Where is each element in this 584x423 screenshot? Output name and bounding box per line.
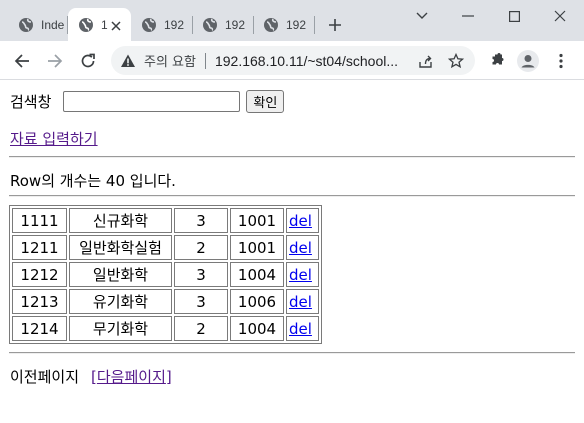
data-table: 1111 신규화학 3 1001 del 1211 일반화학실험 2 1001 …	[9, 205, 322, 344]
cell-code: 1004	[230, 316, 284, 341]
globe-icon	[264, 17, 278, 32]
table-row: 1211 일반화학실험 2 1001 del	[12, 235, 319, 260]
cell-code: 1004	[230, 262, 284, 287]
tab-index[interactable]: Inde	[8, 8, 66, 41]
cell-name: 신규화학	[69, 208, 172, 233]
cell-credit: 3	[174, 262, 228, 287]
cell-credit: 2	[174, 316, 228, 341]
warning-icon	[121, 54, 135, 67]
cell-credit: 3	[174, 208, 228, 233]
delete-link[interactable]: del	[289, 266, 312, 284]
cell-code: 1006	[230, 289, 284, 314]
tab-item[interactable]: 192	[192, 8, 252, 41]
close-window-icon[interactable]	[537, 0, 583, 32]
profile-avatar-icon[interactable]	[516, 49, 540, 73]
tab-title: 192	[286, 17, 307, 32]
new-tab-icon[interactable]	[326, 16, 344, 34]
cell-name: 무기화학	[69, 316, 172, 341]
cell-delete: del	[286, 316, 319, 341]
cell-delete: del	[286, 289, 319, 314]
cell-id: 1212	[12, 262, 67, 287]
cell-name: 일반화학실험	[69, 235, 172, 260]
row-count-text: Row의 개수는 40 입니다.	[10, 172, 176, 190]
prev-page-text: 이전페이지	[10, 368, 80, 386]
cell-credit: 2	[174, 235, 228, 260]
table-row: 1213 유기화학 3 1006 del	[12, 289, 319, 314]
tab-strip: Inde 1 192 192 192	[0, 0, 584, 41]
tab-title: 192	[225, 17, 246, 32]
globe-icon	[142, 17, 156, 32]
reload-icon[interactable]	[76, 49, 100, 73]
cell-delete: del	[286, 235, 319, 260]
globe-icon	[79, 17, 93, 32]
back-icon[interactable]	[10, 49, 34, 73]
tab-title: 192	[164, 17, 185, 32]
url-text[interactable]: 192.168.10.11/~st04/school...	[215, 53, 398, 69]
forward-icon[interactable]	[43, 49, 67, 73]
search-submit-button[interactable]: 확인	[246, 90, 285, 113]
omnibox-divider	[204, 52, 206, 69]
delete-link[interactable]: del	[289, 239, 312, 257]
cell-credit: 3	[174, 289, 228, 314]
tab-item[interactable]: 192	[131, 8, 191, 41]
globe-icon	[203, 17, 217, 32]
cell-id: 1111	[12, 208, 67, 233]
divider	[9, 352, 575, 354]
cell-code: 1001	[230, 208, 284, 233]
cell-id: 1211	[12, 235, 67, 260]
delete-link[interactable]: del	[289, 212, 312, 230]
table-row: 1214 무기화학 2 1004 del	[12, 316, 319, 341]
bracket-close: ]	[165, 368, 172, 386]
data-input-link[interactable]: 자료 입력하기	[10, 128, 98, 149]
search-input[interactable]	[63, 91, 241, 112]
search-row: 검색창 확인	[10, 90, 285, 113]
minimize-icon[interactable]	[445, 0, 491, 32]
tab-search-icon[interactable]	[399, 0, 445, 32]
search-label: 검색창	[10, 93, 52, 111]
next-page-label[interactable]: 다음페이지	[97, 368, 166, 386]
delete-link[interactable]: del	[289, 293, 312, 311]
table-row: 1111 신규화학 3 1001 del	[12, 208, 319, 233]
table-row: 1212 일반화학 3 1004 del	[12, 262, 319, 287]
cell-name: 유기화학	[69, 289, 172, 314]
browser-toolbar: 주의 요함 192.168.10.11/~st04/school...	[0, 41, 584, 80]
cell-name: 일반화학	[69, 262, 172, 287]
tab-separator	[314, 16, 315, 34]
globe-icon	[19, 17, 33, 32]
page-content: 검색창 확인 자료 입력하기 Row의 개수는 40 입니다. 1111 신규화…	[0, 81, 584, 423]
divider	[9, 156, 575, 158]
menu-kebab-icon[interactable]	[549, 49, 573, 73]
address-bar[interactable]: 주의 요함 192.168.10.11/~st04/school...	[111, 46, 475, 75]
cell-id: 1213	[12, 289, 67, 314]
tab-title: Inde	[41, 17, 65, 32]
cell-code: 1001	[230, 235, 284, 260]
maximize-icon[interactable]	[491, 0, 537, 32]
extensions-icon[interactable]	[485, 49, 509, 73]
close-tab-icon[interactable]	[108, 18, 124, 34]
tab-item[interactable]: 192	[253, 8, 313, 41]
cell-id: 1214	[12, 316, 67, 341]
delete-link[interactable]: del	[289, 320, 312, 338]
share-icon[interactable]	[416, 52, 434, 70]
divider	[9, 195, 575, 197]
security-label[interactable]: 주의 요함	[144, 51, 196, 70]
cell-delete: del	[286, 208, 319, 233]
pagination: 이전페이지 [다음페이지]	[10, 366, 172, 387]
cell-delete: del	[286, 262, 319, 287]
next-page-link[interactable]: [다음페이지]	[91, 366, 172, 387]
bookmark-star-icon[interactable]	[447, 52, 465, 70]
